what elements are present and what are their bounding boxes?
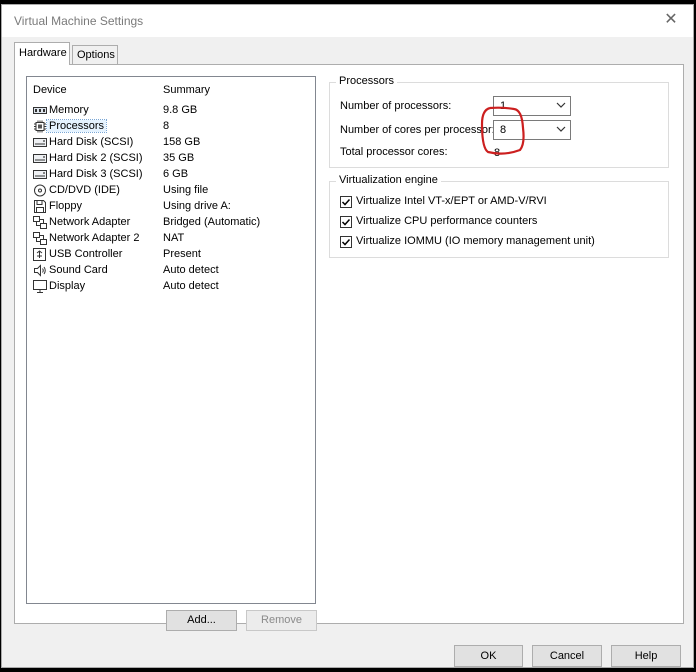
device-list[interactable]: Device Summary Memory 9.8 GB Processors …	[26, 76, 316, 604]
hard-disk-icon	[33, 168, 47, 181]
vm-settings-dialog: Virtual Machine Settings ✕ Hardware Opti…	[1, 4, 694, 668]
virtualization-group: Virtualization engine Virtualize Intel V…	[329, 174, 669, 258]
title-bar: Virtual Machine Settings ✕	[2, 5, 693, 37]
device-row-hard-disk[interactable]: Hard Disk (SCSI) 158 GB	[31, 135, 313, 151]
device-name: Hard Disk 3 (SCSI)	[49, 168, 143, 180]
device-row-memory[interactable]: Memory 9.8 GB	[31, 103, 313, 119]
device-name: Floppy	[49, 200, 83, 212]
device-summary: Auto detect	[163, 280, 219, 292]
num-processors-value: 1	[500, 100, 507, 112]
add-button[interactable]: Add...	[166, 610, 237, 631]
device-summary: Bridged (Automatic)	[163, 216, 261, 228]
summary-column-header[interactable]: Summary	[163, 84, 210, 96]
num-processors-label: Number of processors:	[340, 100, 452, 112]
virtualization-legend: Virtualization engine	[336, 174, 441, 186]
num-processors-select[interactable]: 1	[493, 96, 571, 116]
cpu-perf-counters-checkbox[interactable]	[340, 216, 352, 228]
total-cores-label: Total processor cores:	[340, 146, 448, 158]
device-summary: Present	[163, 248, 201, 260]
memory-icon	[33, 104, 47, 117]
device-name: Processors	[45, 119, 108, 133]
iommu-checkbox[interactable]	[340, 236, 352, 248]
speaker-icon	[33, 264, 47, 277]
device-row-hard-disk-3[interactable]: Hard Disk 3 (SCSI) 6 GB	[31, 167, 313, 183]
chevron-down-icon	[556, 99, 566, 111]
processors-group: Processors Number of processors: 1 Numbe…	[329, 75, 669, 168]
network-adapter-icon	[33, 216, 47, 229]
device-summary: 9.8 GB	[163, 104, 198, 116]
help-button[interactable]: Help	[611, 645, 681, 667]
network-adapter-icon	[33, 232, 47, 245]
device-row-display[interactable]: Display Auto detect	[31, 279, 313, 295]
device-name: Network Adapter 2	[49, 232, 140, 244]
tab-hardware[interactable]: Hardware	[14, 42, 70, 65]
processor-icon	[33, 120, 47, 133]
device-summary: 158 GB	[163, 136, 201, 148]
device-row-hard-disk-2[interactable]: Hard Disk 2 (SCSI) 35 GB	[31, 151, 313, 167]
device-summary: NAT	[163, 232, 185, 244]
device-name: Memory	[49, 104, 89, 116]
tab-options[interactable]: Options	[72, 45, 118, 65]
monitor-icon	[33, 280, 47, 293]
device-summary: Using file	[163, 184, 209, 196]
device-row-network-adapter-2[interactable]: Network Adapter 2 NAT	[31, 231, 313, 247]
device-row-network-adapter[interactable]: Network Adapter Bridged (Automatic)	[31, 215, 313, 231]
iommu-label[interactable]: Virtualize IOMMU (IO memory management u…	[356, 235, 595, 247]
device-row-sound-card[interactable]: Sound Card Auto detect	[31, 263, 313, 279]
device-name: USB Controller	[49, 248, 123, 260]
device-name: CD/DVD (IDE)	[49, 184, 120, 196]
cancel-button[interactable]: Cancel	[532, 645, 602, 667]
device-name: Sound Card	[49, 264, 108, 276]
hard-disk-icon	[33, 152, 47, 165]
device-summary: 8	[163, 120, 170, 132]
cd-dvd-icon	[33, 184, 47, 197]
processors-legend: Processors	[336, 75, 398, 87]
cpu-perf-counters-label[interactable]: Virtualize CPU performance counters	[356, 215, 537, 227]
device-name: Network Adapter	[49, 216, 131, 228]
chevron-down-icon	[556, 123, 566, 135]
cores-per-processor-label: Number of cores per processor:	[340, 124, 495, 136]
floppy-icon	[33, 200, 47, 213]
window-title: Virtual Machine Settings	[14, 14, 144, 28]
vtx-label[interactable]: Virtualize Intel VT-x/EPT or AMD-V/RVI	[356, 195, 547, 207]
hardware-panel: Device Summary Memory 9.8 GB Processors …	[14, 64, 684, 631]
vtx-checkbox[interactable]	[340, 196, 352, 208]
device-name: Hard Disk 2 (SCSI)	[49, 152, 143, 164]
device-row-usb-controller[interactable]: USB Controller Present	[31, 247, 313, 263]
device-summary: Auto detect	[163, 264, 219, 276]
total-cores-value: 8	[494, 147, 501, 159]
device-row-cd-dvd[interactable]: CD/DVD (IDE) Using file	[31, 183, 313, 199]
hard-disk-icon	[33, 136, 47, 149]
device-column-header[interactable]: Device	[33, 84, 67, 96]
cores-per-processor-value: 8	[500, 124, 507, 136]
device-summary: 35 GB	[163, 152, 195, 164]
device-row-processors[interactable]: Processors 8	[31, 119, 313, 135]
device-summary: 6 GB	[163, 168, 189, 180]
usb-icon	[33, 248, 47, 261]
device-name: Hard Disk (SCSI)	[49, 136, 134, 148]
cores-per-processor-select[interactable]: 8	[493, 120, 571, 140]
device-row-floppy[interactable]: Floppy Using drive A:	[31, 199, 313, 215]
device-name: Display	[49, 280, 86, 292]
remove-button[interactable]: Remove	[246, 610, 317, 631]
ok-button[interactable]: OK	[454, 645, 523, 667]
close-icon[interactable]: ✕	[663, 11, 679, 29]
device-summary: Using drive A:	[163, 200, 231, 212]
